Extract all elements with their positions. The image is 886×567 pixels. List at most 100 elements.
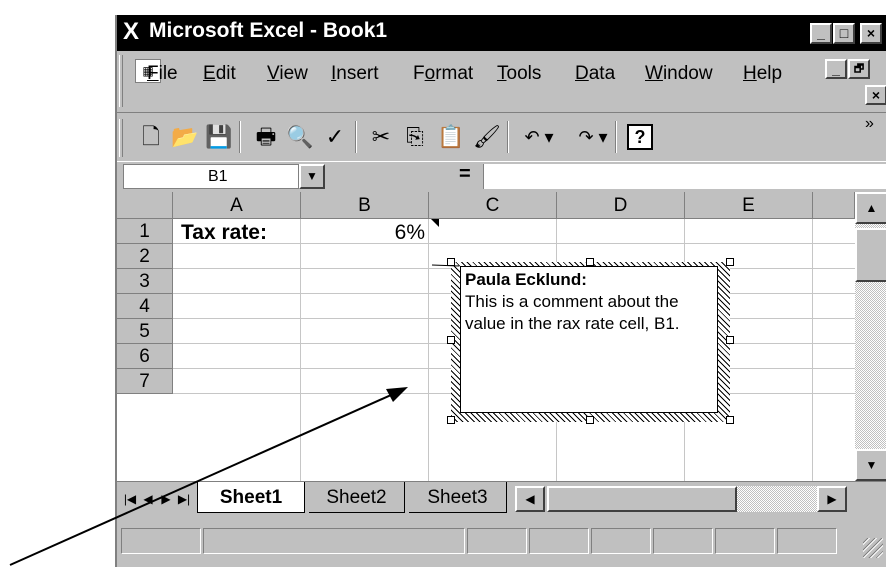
print-preview-icon[interactable]: 🔍 [284,121,316,153]
resize-handle[interactable] [726,416,734,424]
menu-edit[interactable]: Edit [203,63,236,85]
row-header-2[interactable]: 2 [117,244,173,269]
resize-handle[interactable] [586,416,594,424]
status-panel [467,528,527,554]
row-header-3[interactable]: 3 [117,269,173,294]
toolbar-overflow-icon[interactable]: » [865,115,874,133]
equals-icon[interactable]: = [459,163,471,186]
row-header-6[interactable]: 6 [117,344,173,369]
grid-line [173,243,855,244]
cell-a1[interactable]: Tax rate: [181,221,267,245]
doc-restore-button[interactable]: 🗗 [848,59,870,79]
menu-insert[interactable]: Insert [331,63,379,85]
status-panel [591,528,651,554]
column-header-c[interactable]: C [429,192,557,219]
resize-handle[interactable] [447,416,455,424]
column-header-b[interactable]: B [301,192,429,219]
resize-handle[interactable] [726,258,734,266]
menu-tools[interactable]: Tools [497,63,541,85]
print-icon[interactable]: 🖶 [250,121,282,153]
hscroll-track[interactable] [737,486,817,512]
name-box-dropdown-icon[interactable]: ▼ [299,164,325,189]
toolbar-separator [507,121,509,153]
prev-sheet-button[interactable]: ◀ [139,488,157,510]
vertical-scrollbar[interactable]: ▲ ▼ [855,192,886,481]
status-panel [777,528,837,554]
formula-bar: B1 ▼ = [117,161,886,192]
scroll-down-button[interactable]: ▼ [855,449,886,481]
column-header-partial[interactable] [813,192,855,219]
menu-window[interactable]: Window [645,63,713,85]
doc-minimize-button[interactable]: _ [825,59,847,79]
tab-sheet2[interactable]: Sheet2 [309,482,405,513]
cell-b1[interactable]: 6% [355,221,425,245]
menu-file[interactable]: File [147,63,178,85]
row-header-5[interactable]: 5 [117,319,173,344]
resize-handle[interactable] [726,336,734,344]
title-bar[interactable]: X Microsoft Excel - Book1 _ □ × [117,15,886,51]
toolbar-separator [239,121,241,153]
column-header-e[interactable]: E [685,192,813,219]
standard-toolbar: 🗋 📂 💾 🖶 🔍 ✓ ✂ ⎘ 📋 🖌 ↶ ▾ ↷ ▾? » [117,112,886,161]
resize-grip-icon[interactable] [863,538,883,558]
toolbar-grip[interactable] [119,119,123,157]
next-sheet-button[interactable]: ▶ [157,488,175,510]
column-header-d[interactable]: D [557,192,685,219]
toolbar-separator [355,121,357,153]
tab-sheet3[interactable]: Sheet3 [409,482,507,513]
help-icon[interactable]: ? [627,124,653,150]
select-all-corner[interactable] [117,192,173,219]
first-sheet-button[interactable]: |◀ [121,488,139,510]
grid-line [428,219,429,481]
name-box[interactable]: B1 [123,164,299,189]
redo-icon[interactable]: ↷ ▾ [569,121,617,153]
menubar-grip[interactable] [119,55,123,107]
status-panel [203,528,465,554]
new-icon[interactable]: 🗋 [135,121,167,153]
hscroll-thumb[interactable] [547,486,737,512]
menu-bar: ▦ File Edit View Insert Format Tools Data Windo… [117,51,886,111]
resize-handle[interactable] [447,336,455,344]
status-panel [715,528,775,554]
minimize-button[interactable]: _ [810,23,832,44]
status-panel [121,528,201,554]
hscroll-left-button[interactable]: ◀ [515,486,545,512]
tab-sheet1[interactable]: Sheet1 [197,482,305,513]
spelling-icon[interactable]: ✓ [319,121,351,153]
scroll-up-button[interactable]: ▲ [855,192,886,224]
menu-view[interactable]: View [267,63,308,85]
menu-format[interactable]: Format [413,63,473,85]
excel-app-icon[interactable]: X [123,20,147,44]
cut-icon[interactable]: ✂ [365,121,397,153]
doc-close-button[interactable]: × [865,85,886,105]
undo-icon[interactable]: ↶ ▾ [515,121,563,153]
comment-box[interactable]: Paula Ecklund: This is a comment about t… [460,266,718,413]
formula-input[interactable] [483,164,886,189]
paste-icon[interactable]: 📋 [435,121,467,153]
close-button[interactable]: × [860,23,882,44]
status-panel [653,528,713,554]
sheet-tab-bar: |◀ ◀ ▶ ▶| Sheet1 Sheet2 Sheet3 ◀ ▶ [117,481,886,518]
open-icon[interactable]: 📂 [169,121,201,153]
maximize-button[interactable]: □ [833,23,855,44]
resize-handle[interactable] [586,258,594,266]
save-icon[interactable]: 💾 [203,121,235,153]
menu-data[interactable]: Data [575,63,615,85]
row-header-7[interactable]: 7 [117,369,173,394]
comment-text: This is a comment about the value in the… [465,292,680,333]
row-header-1[interactable]: 1 [117,219,173,244]
window-title: Microsoft Excel - Book1 [149,19,388,42]
copy-icon[interactable]: ⎘ [399,121,431,153]
status-bar [117,518,886,567]
comment-indicator-icon [431,219,439,227]
column-header-a[interactable]: A [173,192,301,219]
comment-frame[interactable]: Paula Ecklund: This is a comment about t… [447,258,734,424]
scroll-thumb[interactable] [855,228,886,282]
toolbar-separator [615,121,617,153]
menu-help[interactable]: Help [743,63,782,85]
resize-handle[interactable] [447,258,455,266]
last-sheet-button[interactable]: ▶| [175,488,193,510]
row-header-4[interactable]: 4 [117,294,173,319]
hscroll-right-button[interactable]: ▶ [817,486,847,512]
format-painter-icon[interactable]: 🖌 [471,121,503,153]
